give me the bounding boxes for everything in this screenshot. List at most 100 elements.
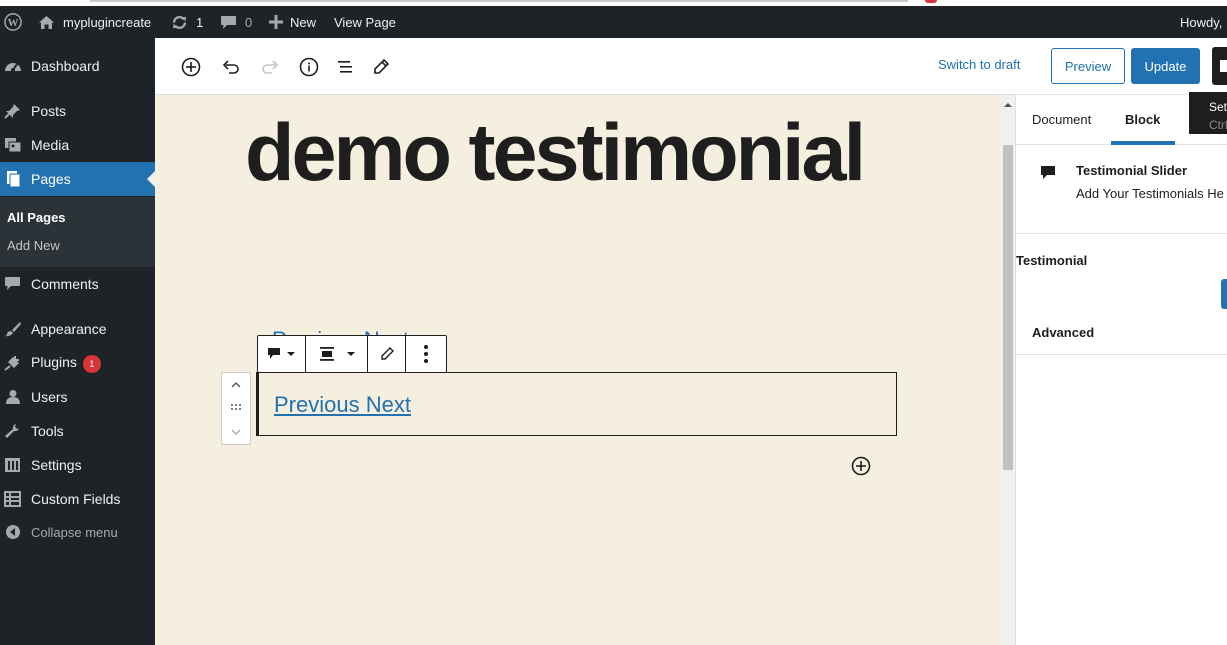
block-card: Testimonial Slider Add Your Testimonials… [1016,146,1227,234]
panel-divider [1016,354,1227,355]
update-button[interactable]: Update [1131,48,1200,84]
menu-item-users[interactable]: Users [0,380,155,414]
menu-label-custom-fields: Custom Fields [31,491,121,507]
site-name-link[interactable]: myplugincreate [38,6,151,38]
add-block-icon[interactable] [180,56,202,78]
dashboard-icon [4,58,22,74]
testimonial-slider-block[interactable]: Previous Next [256,372,897,436]
menu-label-comments: Comments [31,276,99,292]
list-view-icon[interactable] [334,56,356,78]
comment-bubble-icon [220,15,237,30]
switch-to-draft-button[interactable]: Switch to draft [938,57,1020,72]
align-center-icon [319,347,334,361]
admin-menu: Dashboard Posts Media Pages All Pages Ad… [0,38,155,645]
comments-count: 0 [245,14,253,30]
edit-pencil-icon[interactable] [370,56,392,78]
panel-testimonial[interactable]: Testimonial [1016,253,1087,268]
chevron-down-icon [346,352,355,356]
menu-item-pages[interactable]: Pages [0,162,155,196]
settings-tooltip: Set Ctrl+ [1189,92,1227,134]
drag-handle-icon[interactable] [222,401,250,415]
testimonial-panel-button[interactable] [1221,279,1227,309]
admin-bar: W myplugincreate 1 0 New View Page Howdy… [0,6,1227,38]
tooltip-shortcut: Ctrl+ [1209,118,1227,132]
block-type-switcher[interactable] [258,336,306,372]
comments-link[interactable]: 0 [220,6,252,38]
submenu-add-new[interactable]: Add New [7,238,60,253]
more-options-button[interactable] [406,336,446,372]
settings-icon [4,457,22,473]
updates-count: 1 [196,14,204,30]
menu-item-posts[interactable]: Posts [0,94,155,128]
tooltip-title: Set [1209,100,1227,114]
post-title[interactable]: demo testimonial [245,107,866,200]
svg-text:W: W [8,17,19,29]
plugin-icon [4,355,22,371]
site-name: myplugincreate [63,14,152,30]
pages-submenu: All Pages Add New [0,197,155,267]
block-card-description: Add Your Testimonials He [1076,186,1224,201]
menu-label-settings: Settings [31,457,82,473]
comment-block-icon [1041,166,1055,179]
paintbrush-icon [4,321,22,337]
updates-icon [171,15,188,30]
wordpress-logo-icon[interactable]: W [4,6,22,38]
active-tab-indicator [1111,141,1175,145]
menu-label-appearance: Appearance [31,321,107,337]
comment-icon [4,276,22,292]
pencil-icon [381,347,394,360]
new-content-link[interactable]: New [269,6,316,38]
tab-block[interactable]: Block [1125,112,1160,127]
move-up-icon[interactable] [222,375,250,395]
menu-item-tools[interactable]: Tools [0,414,155,448]
block-inserter-icon[interactable] [851,456,871,476]
kebab-menu-icon [424,345,429,363]
browser-indicator [925,0,937,3]
edit-block-button[interactable] [368,336,407,372]
user-icon [4,389,22,405]
new-label: New [290,14,317,30]
preview-button[interactable]: Preview [1051,48,1125,84]
menu-label-tools: Tools [31,423,64,439]
scrollbar-thumb[interactable] [1003,145,1013,470]
menu-item-appearance[interactable]: Appearance [0,312,155,346]
browser-scrollbar [90,0,908,2]
settings-toggle-button[interactable] [1212,47,1227,85]
move-down-icon[interactable] [222,422,250,442]
howdy-account-link[interactable]: Howdy, [1180,6,1222,38]
menu-item-media[interactable]: Media [0,128,155,162]
chevron-down-icon [287,352,296,356]
media-icon [4,137,22,153]
menu-item-comments[interactable]: Comments [0,267,155,301]
menu-item-settings[interactable]: Settings [0,448,155,482]
tab-document[interactable]: Document [1032,112,1091,127]
menu-label-pages: Pages [31,171,71,187]
table-icon [4,491,22,507]
submenu-all-pages[interactable]: All Pages [7,210,66,225]
menu-item-custom-fields[interactable]: Custom Fields [0,482,155,516]
menu-item-dashboard[interactable]: Dashboard [0,49,155,83]
previous-next-link[interactable]: Previous Next [274,392,411,418]
settings-sidebar: Document Block Testimonial Slider Add Yo… [1015,95,1227,645]
editor-header: Switch to draft Preview Update [155,38,1227,95]
editor-canvas[interactable]: demo testimonial Previous Next Previous … [155,95,1001,645]
collapse-arrow-icon [4,524,22,540]
panel-advanced[interactable]: Advanced [1032,325,1094,340]
plugins-text: Plugins [31,353,77,370]
menu-label-collapse: Collapse menu [31,524,118,540]
wrench-icon [4,423,22,439]
view-page-link[interactable]: View Page [334,6,396,38]
redo-icon[interactable] [259,56,281,78]
home-icon [38,15,55,30]
canvas-scrollbar[interactable] [1001,95,1015,645]
collapse-menu-button[interactable]: Collapse menu [0,515,155,549]
undo-icon[interactable] [220,56,242,78]
scroll-up-arrow-icon[interactable] [1004,99,1012,107]
menu-item-plugins[interactable]: Plugins 1 [0,346,155,380]
align-dropdown[interactable] [306,336,369,372]
updates-link[interactable]: 1 [171,6,203,38]
comment-block-icon [268,348,281,359]
info-icon[interactable] [298,56,320,78]
menu-label-media: Media [31,137,70,153]
block-card-title: Testimonial Slider [1076,163,1188,178]
